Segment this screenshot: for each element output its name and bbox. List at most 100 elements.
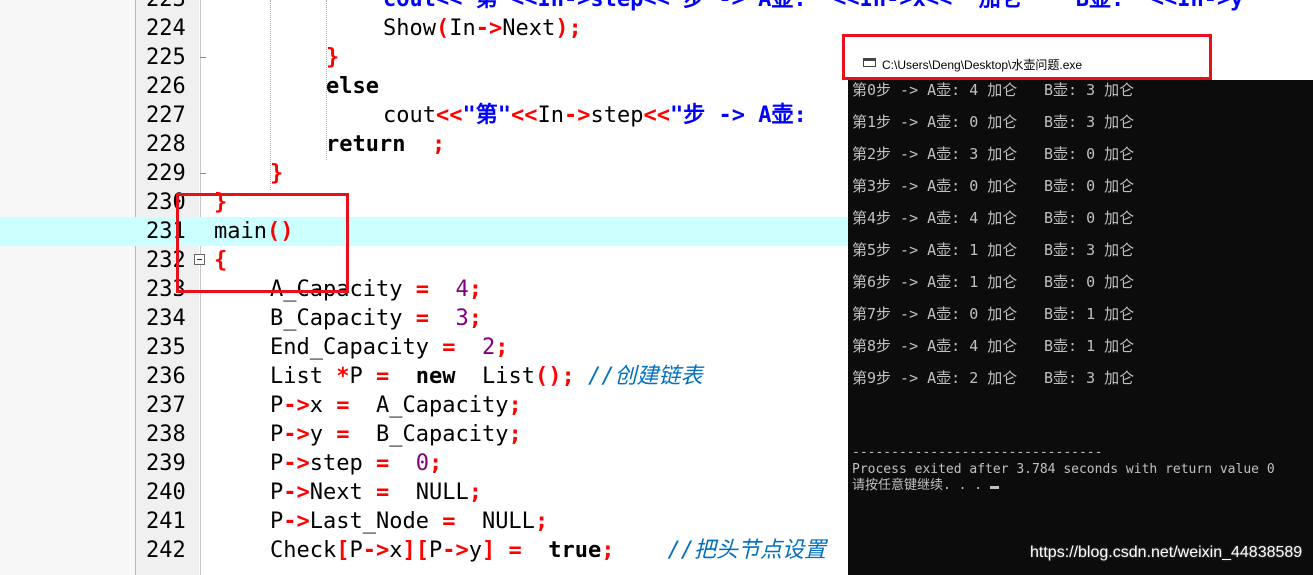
- code-token: List: [455, 364, 535, 389]
- code-token: =: [495, 538, 522, 563]
- line-number: 228: [146, 132, 186, 157]
- fold-end-marker: [200, 173, 206, 174]
- code-token: ->: [283, 393, 310, 418]
- code-text[interactable]: Check[P->x][P->y] = true; //把头节点设置: [270, 536, 826, 565]
- code-token: B_Capacity: [270, 306, 416, 331]
- code-token: =: [375, 480, 390, 505]
- code-token: else: [326, 74, 379, 99]
- indent-guide: [270, 0, 272, 190]
- code-token: 2: [481, 335, 496, 360]
- code-token: =: [336, 393, 350, 418]
- console-output[interactable]: 第0步 -> A壶: 4 加仑 B壶: 3 加仑 第1步 -> A壶: 0 加仑 B壶…: [848, 80, 1313, 575]
- jug-a-text: 第5步 -> A壶: 1 加仑: [852, 241, 1018, 259]
- code-text[interactable]: cout<<"第"<<In->step<<"步 -> A壶: "<<In->x<…: [383, 0, 1243, 14]
- code-token: P: [349, 364, 376, 389]
- line-number: 223: [146, 0, 194, 14]
- code-text[interactable]: P->y = B_Capacity;: [270, 420, 522, 449]
- code-token: *: [336, 364, 350, 389]
- code-token: Next: [502, 16, 556, 41]
- code-token: In: [449, 16, 476, 41]
- line-number: 235: [146, 335, 186, 360]
- code-token: ;: [431, 132, 446, 157]
- jug-b-text: B壶: 0 加仑: [1044, 177, 1135, 195]
- code-text[interactable]: return ;: [326, 130, 445, 159]
- code-token: =: [442, 335, 456, 360]
- console-press-any-key: 请按任意键继续. . .: [852, 478, 999, 494]
- line-number: 234: [146, 306, 186, 331]
- code-token: =: [415, 277, 429, 302]
- code-token: x: [389, 538, 403, 563]
- jug-b-text: B壶: 1 加仑: [1044, 305, 1135, 323]
- jug-b-text: B壶: 3 加仑: [1044, 241, 1135, 259]
- code-token: ->: [475, 16, 503, 41]
- code-token: return: [326, 132, 406, 157]
- code-token: cout: [383, 103, 436, 128]
- code-text[interactable]: B_Capacity = 3;: [270, 304, 482, 333]
- code-text[interactable]: Show(In->Next);: [383, 14, 582, 43]
- line-number: 239: [146, 451, 186, 476]
- console-output-line: 第2步 -> A壶: 3 加仑 B壶: 0 加仑: [852, 145, 1134, 163]
- code-text[interactable]: P->Next = NULL;: [270, 478, 482, 507]
- code-text[interactable]: List *P = new List(); //创建链表: [270, 362, 702, 391]
- code-token: P: [270, 480, 284, 505]
- fold-end-marker: [200, 57, 206, 58]
- console-separator: --------------------------------: [852, 445, 1103, 460]
- code-text[interactable]: cout<<"第"<<In->step<<"步 -> A壶:: [383, 101, 820, 130]
- code-token: <<: [643, 103, 670, 128]
- code-token: P: [270, 451, 284, 476]
- text-cursor: [989, 486, 999, 489]
- jug-b-text: B壶: 0 加仑: [1044, 209, 1135, 227]
- code-token: ;: [561, 364, 575, 389]
- code-token: NULL: [455, 509, 535, 534]
- code-token: P: [270, 422, 284, 447]
- console-output-line: 第4步 -> A壶: 4 加仑 B壶: 0 加仑: [852, 209, 1134, 227]
- code-token: 3: [455, 306, 469, 331]
- line-number: 237: [146, 393, 186, 418]
- jug-b-text: B壶: 0 加仑: [1044, 273, 1135, 291]
- code-text[interactable]: End_Capacity = 2;: [270, 333, 508, 362]
- jug-b-text: B壶: 1 加仑: [1044, 337, 1135, 355]
- code-token: "步 -> A壶:: [669, 103, 820, 128]
- code-token: "第": [462, 103, 511, 128]
- line-number: 229: [146, 161, 186, 186]
- jug-a-text: 第9步 -> A壶: 2 加仑: [852, 369, 1018, 387]
- press-key-text: 请按任意键继续. . .: [852, 478, 990, 493]
- code-token: <<: [435, 103, 463, 128]
- code-token: ;: [468, 480, 482, 505]
- code-token: x: [309, 393, 337, 418]
- code-token: ;: [508, 422, 522, 447]
- code-token: P: [270, 509, 284, 534]
- code-token: ->: [442, 538, 469, 563]
- watermark: https://blog.csdn.net/weixin_44838589: [1030, 544, 1303, 561]
- code-text[interactable]: P->x = A_Capacity;: [270, 391, 522, 420]
- indent-guide: [326, 0, 328, 160]
- jug-a-text: 第3步 -> A壶: 0 加仑: [852, 177, 1018, 195]
- line-number: 236: [146, 364, 186, 389]
- code-token: Next: [309, 480, 376, 505]
- line-number: 238: [146, 422, 186, 447]
- code-text[interactable]: P->Last_Node = NULL;: [270, 507, 548, 536]
- code-text[interactable]: P->step = 0;: [270, 449, 442, 478]
- code-text[interactable]: else: [326, 72, 379, 101]
- code-line[interactable]: 223 cout<<"第"<<In->step<<"步 -> A壶: "<<In-…: [0, 0, 1313, 14]
- code-token: y: [309, 422, 337, 447]
- highlight-box-console-title: [842, 34, 1212, 80]
- console-output-line: 第1步 -> A壶: 0 加仑 B壶: 3 加仑: [852, 113, 1134, 131]
- line-number: 227: [146, 103, 186, 128]
- line-number: 242: [146, 538, 186, 563]
- console-output-line: 第3步 -> A壶: 0 加仑 B壶: 0 加仑: [852, 177, 1134, 195]
- code-token: 0: [415, 451, 429, 476]
- line-number: 224: [146, 16, 186, 41]
- line-number: 226: [146, 74, 186, 99]
- code-token: ;: [468, 306, 482, 331]
- code-token: Show: [383, 16, 436, 41]
- code-token: (): [534, 364, 562, 389]
- line-number: 225: [146, 45, 186, 70]
- console-output-line: 第7步 -> A壶: 0 加仑 B壶: 1 加仑: [852, 305, 1134, 323]
- console-window[interactable]: C:\Users\Deng\Desktop\水壶问题.exe 第0步 -> A壶…: [848, 44, 1313, 575]
- jug-a-text: 第4步 -> A壶: 4 加仑: [852, 209, 1018, 227]
